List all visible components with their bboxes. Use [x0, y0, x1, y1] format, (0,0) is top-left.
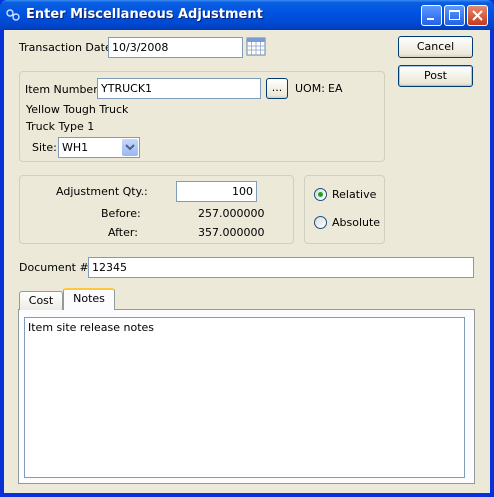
tab-notes[interactable]: Notes — [63, 288, 115, 310]
title-bar[interactable]: Enter Miscellaneous Adjustment — [0, 0, 494, 30]
absolute-radio[interactable] — [314, 216, 327, 229]
calendar-icon[interactable] — [246, 36, 266, 56]
dialog-body: Transaction Date: 10/3/2008 Cancel Post … — [4, 30, 490, 493]
before-value: 257.000000 — [198, 207, 265, 220]
item-number-label: Item Number: — [25, 83, 102, 96]
site-value: WH1 — [62, 141, 89, 154]
document-number-label: Document #: — [19, 261, 93, 274]
item-number-field[interactable]: YTRUCK1 — [97, 78, 261, 99]
uom-value: EA — [328, 82, 343, 95]
uom-label: UOM: — [295, 82, 325, 95]
app-icon — [6, 8, 20, 22]
before-label: Before: — [101, 207, 141, 220]
item-description-1: Yellow Tough Truck — [26, 103, 129, 116]
minimize-button[interactable] — [421, 5, 442, 26]
mode-group — [304, 175, 385, 244]
site-select[interactable]: WH1 — [58, 137, 140, 158]
after-label: After: — [108, 226, 138, 239]
site-label: Site: — [32, 141, 57, 154]
notes-text: Item site release notes — [28, 321, 155, 334]
adjustment-qty-label: Adjustment Qty.: — [56, 185, 148, 198]
post-button[interactable]: Post — [398, 65, 473, 87]
item-description-2: Truck Type 1 — [26, 120, 95, 133]
after-value: 357.000000 — [198, 226, 265, 239]
notes-textarea[interactable]: Item site release notes — [24, 317, 465, 478]
maximize-button[interactable] — [444, 5, 465, 26]
close-icon — [472, 10, 483, 21]
cancel-button[interactable]: Cancel — [398, 36, 473, 58]
document-number-field[interactable]: 12345 — [88, 257, 474, 278]
absolute-label[interactable]: Absolute — [332, 216, 380, 229]
tab-cost[interactable]: Cost — [19, 291, 63, 310]
close-button[interactable] — [467, 5, 488, 26]
relative-radio[interactable] — [314, 188, 327, 201]
maximize-icon — [449, 10, 460, 20]
radio-selected-dot — [318, 192, 323, 197]
adjustment-qty-field[interactable]: 100 — [176, 181, 257, 202]
relative-label[interactable]: Relative — [332, 188, 376, 201]
transaction-date-label: Transaction Date: — [19, 41, 116, 54]
minimize-icon — [427, 18, 434, 20]
app-window: Enter Miscellaneous Adjustment Transacti… — [0, 0, 494, 497]
window-title: Enter Miscellaneous Adjustment — [26, 7, 263, 22]
chevron-down-icon[interactable] — [122, 139, 138, 156]
transaction-date-field[interactable]: 10/3/2008 — [108, 37, 243, 58]
item-browse-button[interactable]: ... — [266, 78, 288, 99]
